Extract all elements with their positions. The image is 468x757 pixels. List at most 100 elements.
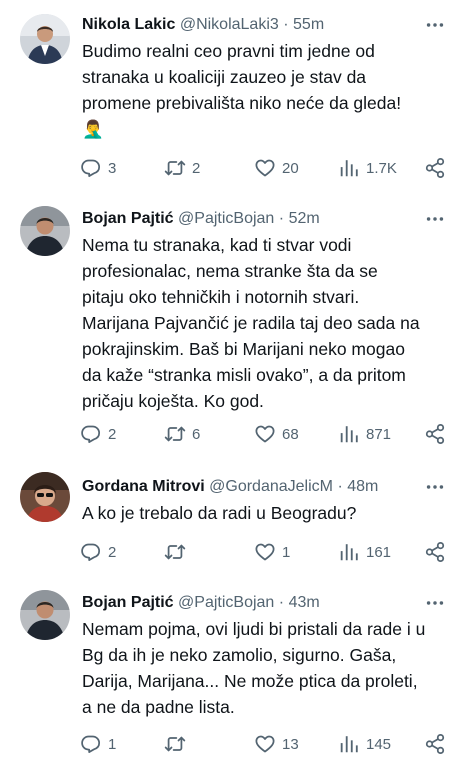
share-button[interactable] <box>424 732 446 756</box>
tweet-text-line: Darija, Marijana... Ne može ptica da pro… <box>82 671 418 691</box>
reply-count: 2 <box>108 543 117 561</box>
reply-icon <box>80 423 102 445</box>
display-name[interactable]: Bojan Pajtić <box>82 210 174 227</box>
reply-button[interactable]: 2 <box>80 422 116 446</box>
retweet-icon <box>164 541 186 563</box>
reply-count: 3 <box>108 159 117 177</box>
action-bar: 1 13 145 <box>0 732 468 756</box>
like-button[interactable]: 68 <box>254 422 299 446</box>
tweet-text-line: promene prebivališta niko neće da gleda! <box>82 93 402 113</box>
more-icon[interactable] <box>424 592 450 614</box>
reply-count: 2 <box>108 425 117 443</box>
timestamp[interactable]: 52m <box>289 210 320 227</box>
reply-icon <box>80 733 102 755</box>
avatar[interactable] <box>20 472 70 522</box>
timestamp[interactable]: 48m <box>347 478 378 495</box>
retweet-icon <box>164 733 186 755</box>
like-count: 20 <box>282 159 299 177</box>
more-icon[interactable] <box>424 14 450 36</box>
share-icon <box>424 541 446 563</box>
share-button[interactable] <box>424 540 446 564</box>
retweet-icon <box>164 157 186 179</box>
retweet-button[interactable] <box>164 732 186 756</box>
tweet-2[interactable]: Bojan Pajtić @PajticBojan · 52m Nema tu … <box>0 196 468 458</box>
retweet-icon <box>164 423 186 445</box>
tweet-text-line: Budimo realni ceo pravni tim jedne od <box>82 41 375 61</box>
tweet-header: Nikola Lakic @NikolaLaki3 · 55m <box>82 14 422 36</box>
separator: · <box>283 16 289 33</box>
heart-icon <box>254 157 276 179</box>
tweet-text-line: Bg da ih je neko zamolio, sigurno. Gaša, <box>82 645 397 665</box>
tweet-text-line: pitaju oko tehničkih i notornih stvari. <box>82 287 360 307</box>
like-count: 13 <box>282 735 299 753</box>
separator: · <box>278 594 285 611</box>
user-handle[interactable]: @NikolaLaki3 <box>180 16 279 33</box>
reply-button[interactable]: 1 <box>80 732 116 756</box>
retweet-button[interactable]: 6 <box>164 422 200 446</box>
views-button[interactable]: 161 <box>338 540 391 564</box>
timestamp[interactable]: 55m <box>293 16 324 33</box>
reply-icon <box>80 157 102 179</box>
tweet-3[interactable]: Gordana Mitrovi @GordanaJelicM · 48m A k… <box>0 462 468 580</box>
share-icon <box>424 423 446 445</box>
like-count: 1 <box>282 543 291 561</box>
tweet-text-line: a ne da padne lista. <box>82 697 235 717</box>
tweet-text: Nemam pojma, ovi ljudi bi pristali da ra… <box>82 616 450 720</box>
like-count: 68 <box>282 425 299 443</box>
views-icon <box>338 423 360 445</box>
tweet-text: Nema tu stranaka, kad ti stvar vodi prof… <box>82 232 450 414</box>
tweet-text-line: pričaju koješta. Ko god. <box>82 391 264 411</box>
retweet-button[interactable] <box>164 540 186 564</box>
more-icon[interactable] <box>424 476 450 498</box>
tweet-text-line: pokrajinskim. Baš bi Marijani neko mogao <box>82 339 405 359</box>
tweet-text-line: da kaže “stranka misli ovako”, a da prit… <box>82 365 406 385</box>
views-icon <box>338 157 360 179</box>
tweet-1[interactable]: Nikola Lakic @NikolaLaki3 · 55m Budimo r… <box>0 0 468 190</box>
avatar[interactable] <box>20 590 70 640</box>
like-button[interactable]: 13 <box>254 732 299 756</box>
like-button[interactable]: 1 <box>254 540 290 564</box>
action-bar: 2 1 161 <box>0 540 468 564</box>
views-button[interactable]: 145 <box>338 732 391 756</box>
tweet-text: A ko je trebalo da radi u Beogradu? <box>82 500 450 526</box>
share-button[interactable] <box>424 422 446 446</box>
share-icon <box>424 157 446 179</box>
tweet-header: Bojan Pajtić @PajticBojan · 52m <box>82 208 422 230</box>
display-name[interactable]: Nikola Lakic <box>82 16 175 33</box>
share-button[interactable] <box>424 156 446 180</box>
reply-count: 1 <box>108 735 117 753</box>
tweet-text-line: Nemam pojma, ovi ljudi bi pristali da ra… <box>82 619 426 639</box>
views-count: 145 <box>366 735 392 753</box>
reply-button[interactable]: 2 <box>80 540 116 564</box>
user-handle[interactable]: @PajticBojan <box>178 210 274 227</box>
tweet-4[interactable]: Bojan Pajtić @PajticBojan · 43m Nemam po… <box>0 580 468 757</box>
views-icon <box>338 733 360 755</box>
tweet-header: Bojan Pajtić @PajticBojan · 43m <box>82 592 422 614</box>
tweet-text-line: profesionalac, nema stranke šta da se <box>82 261 378 281</box>
like-button[interactable]: 20 <box>254 156 299 180</box>
tweet-text-line: stranaka u koaliciji zauzeo je stav da <box>82 67 367 87</box>
display-name[interactable]: Bojan Pajtić <box>82 594 174 611</box>
tweet-text-line: A ko je trebalo da radi u Beogradu? <box>82 503 357 523</box>
views-count: 871 <box>366 425 392 443</box>
avatar[interactable] <box>20 14 70 64</box>
display-name[interactable]: Gordana Mitrovi <box>82 478 205 495</box>
tweet-header: Gordana Mitrovi @GordanaJelicM · 48m <box>82 476 422 498</box>
user-handle[interactable]: @PajticBojan <box>178 594 274 611</box>
separator: · <box>337 478 343 495</box>
reply-button[interactable]: 3 <box>80 156 116 180</box>
tweet-text: Budimo realni ceo pravni tim jedne od st… <box>82 38 450 142</box>
separator: · <box>278 210 285 227</box>
avatar[interactable] <box>20 206 70 256</box>
emoji: 🤦‍♂️ <box>82 119 104 139</box>
more-icon[interactable] <box>424 208 450 230</box>
retweet-button[interactable]: 2 <box>164 156 200 180</box>
views-button[interactable]: 1.7K <box>338 156 397 180</box>
user-handle[interactable]: @GordanaJelicM <box>209 478 333 495</box>
views-button[interactable]: 871 <box>338 422 391 446</box>
heart-icon <box>254 541 276 563</box>
reply-icon <box>80 541 102 563</box>
share-icon <box>424 733 446 755</box>
heart-icon <box>254 733 276 755</box>
timestamp[interactable]: 43m <box>289 594 320 611</box>
